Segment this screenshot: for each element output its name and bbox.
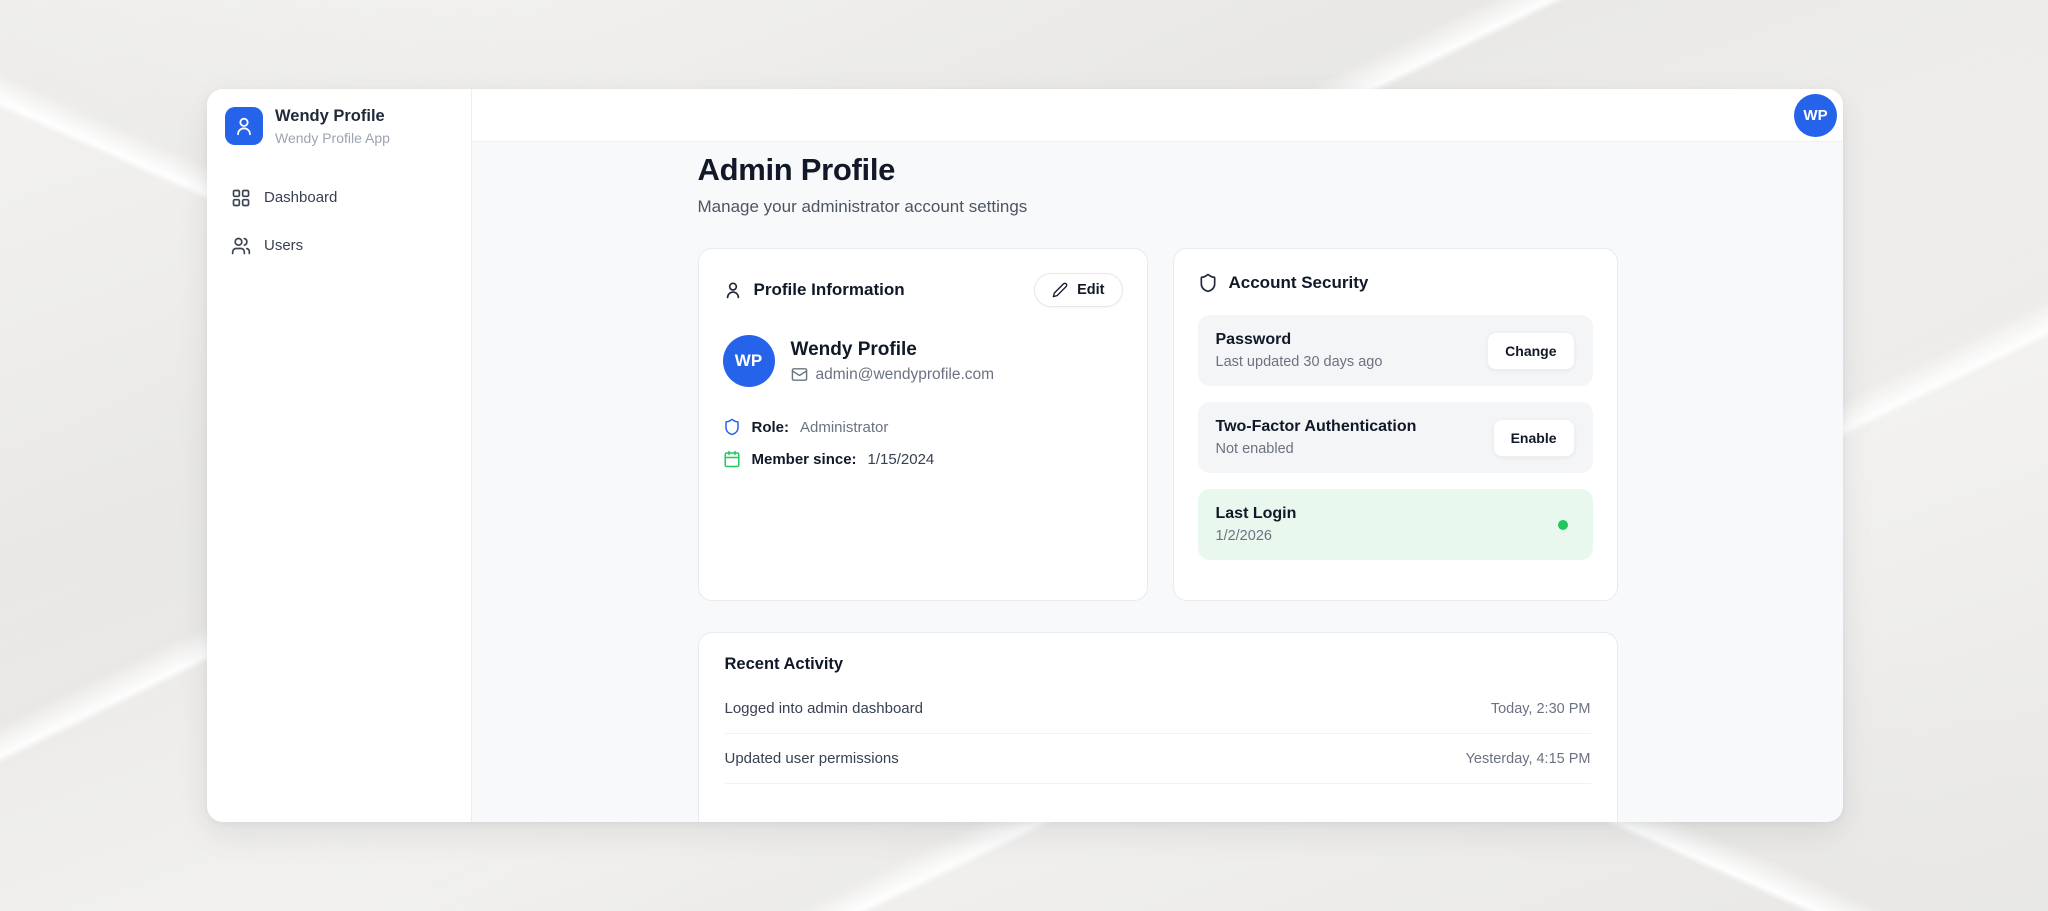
change-password-button[interactable]: Change: [1487, 332, 1574, 370]
profile-avatar: WP: [723, 335, 775, 387]
edit-button-label: Edit: [1077, 282, 1104, 298]
member-since-value: 1/15/2024: [868, 451, 935, 468]
app-logo: [225, 107, 263, 145]
two-factor-row: Two-Factor Authentication Not enabled En…: [1198, 402, 1593, 473]
password-subtitle: Last updated 30 days ago: [1216, 354, 1383, 370]
dashboard-grid-icon: [231, 188, 251, 208]
activity-time: Yesterday, 4:15 PM: [1466, 751, 1591, 767]
brand-title: Wendy Profile: [275, 107, 390, 127]
profile-information-card: Profile Information Edit: [698, 248, 1148, 601]
shield-icon: [723, 418, 741, 436]
page-title: Admin Profile: [698, 150, 1618, 190]
role-label: Role:: [752, 419, 790, 436]
activity-label: Updated user permissions: [725, 750, 899, 767]
role-value: Administrator: [800, 419, 888, 436]
page-subtitle: Manage your administrator account settin…: [698, 197, 1618, 217]
brand-subtitle: Wendy Profile App: [275, 130, 390, 146]
sidebar-item-dashboard[interactable]: Dashboard: [223, 178, 455, 218]
activity-label: Logged into admin dashboard: [725, 700, 924, 717]
calendar-icon: [723, 450, 741, 468]
sidebar-nav: Dashboard Users: [223, 178, 455, 266]
last-login-value: 1/2/2026: [1216, 528, 1297, 544]
last-login-row: Last Login 1/2/2026: [1198, 489, 1593, 560]
sidebar-item-label: Dashboard: [264, 189, 337, 206]
activity-row: Updated user permissions Yesterday, 4:15…: [725, 734, 1591, 784]
pencil-icon: [1052, 282, 1068, 298]
two-factor-subtitle: Not enabled: [1216, 441, 1417, 457]
app-brand: Wendy Profile Wendy Profile App: [223, 107, 455, 146]
main-area: WP Admin Profile Manage your administrat…: [472, 89, 1843, 822]
sidebar: Wendy Profile Wendy Profile App Dashboar…: [207, 89, 472, 822]
security-card-title: Account Security: [1229, 273, 1369, 293]
sidebar-item-users[interactable]: Users: [223, 226, 455, 266]
desktop-wallpaper: Wendy Profile Wendy Profile App Dashboar…: [0, 0, 2048, 911]
recent-activity-card: Recent Activity Logged into admin dashbo…: [698, 632, 1618, 822]
app-window: Wendy Profile Wendy Profile App Dashboar…: [207, 89, 1843, 822]
last-login-title: Last Login: [1216, 505, 1297, 523]
sidebar-item-label: Users: [264, 237, 303, 254]
password-title: Password: [1216, 331, 1383, 349]
user-icon: [723, 280, 743, 300]
edit-profile-button[interactable]: Edit: [1034, 273, 1122, 307]
shield-icon: [1198, 273, 1218, 293]
users-icon: [231, 236, 251, 256]
profile-email: admin@wendyprofile.com: [816, 366, 995, 384]
member-since-label: Member since:: [752, 451, 857, 468]
profile-name: Wendy Profile: [791, 339, 995, 361]
online-dot-icon: [1558, 520, 1568, 530]
activity-time: Today, 2:30 PM: [1491, 701, 1591, 717]
two-factor-title: Two-Factor Authentication: [1216, 418, 1417, 436]
mail-icon: [791, 366, 808, 383]
user-icon: [233, 115, 255, 137]
topbar: WP: [472, 89, 1843, 142]
password-row: Password Last updated 30 days ago Change: [1198, 315, 1593, 386]
enable-two-factor-button[interactable]: Enable: [1493, 419, 1575, 457]
user-avatar[interactable]: WP: [1794, 94, 1837, 137]
account-security-card: Account Security Password Last updated 3…: [1173, 248, 1618, 601]
activity-row: Logged into admin dashboard Today, 2:30 …: [725, 684, 1591, 734]
content-area: Admin Profile Manage your administrator …: [472, 142, 1843, 822]
activity-card-title: Recent Activity: [725, 655, 1591, 674]
profile-card-title: Profile Information: [754, 280, 905, 300]
